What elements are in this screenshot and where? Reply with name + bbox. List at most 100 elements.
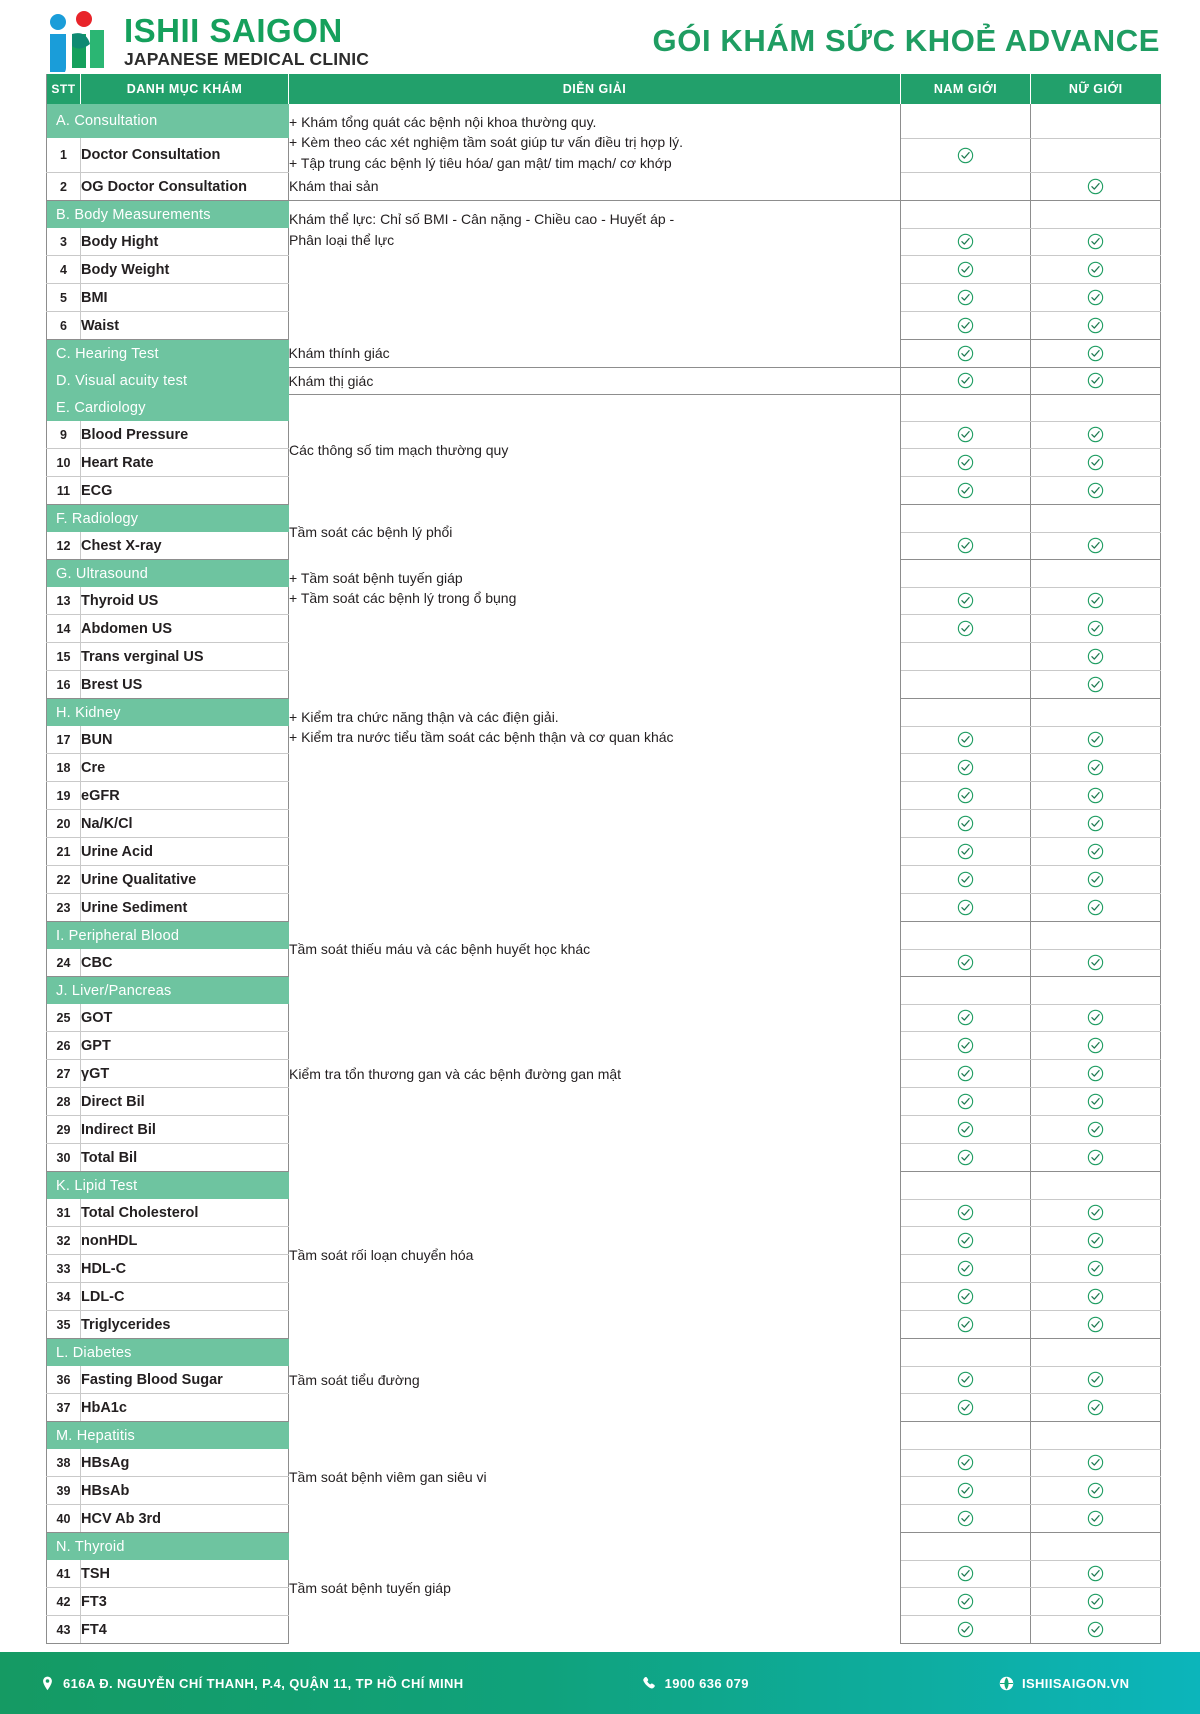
female-check — [1030, 1226, 1161, 1256]
row-name: Triglycerides — [80, 1310, 289, 1340]
item-description: Tầm soát tiểu đường — [288, 1338, 901, 1422]
row-name: Direct Bil — [80, 1087, 289, 1117]
female-check — [1030, 1143, 1161, 1173]
check-icon — [1087, 537, 1104, 554]
row-number: 9 — [46, 421, 81, 450]
footer-address-text: 616A Đ. NGUYỄN CHÍ THANH, P.4, QUẬN 11, … — [63, 1675, 464, 1691]
female-check — [1030, 670, 1161, 700]
check-icon — [957, 1316, 974, 1333]
female-check — [1030, 283, 1161, 313]
row-number: 26 — [46, 1031, 81, 1061]
female-check — [1030, 504, 1161, 533]
check-icon — [1087, 372, 1104, 389]
check-icon — [1087, 787, 1104, 804]
male-check — [900, 726, 1031, 755]
check-icon — [957, 482, 974, 499]
section-title: M. Hepatitis — [46, 1421, 289, 1450]
section-row: M. Hepatitis Tầm soát bệnh viêm gan siêu … — [46, 1421, 1161, 1533]
check-icon — [1087, 1009, 1104, 1026]
female-check — [1030, 1449, 1161, 1478]
male-check — [900, 421, 1031, 450]
row-number: 33 — [46, 1254, 81, 1284]
check-icon — [957, 1232, 974, 1249]
female-check — [1030, 1031, 1161, 1061]
female-check — [1030, 255, 1161, 285]
row-name: Body Weight — [80, 255, 289, 285]
row-number: 21 — [46, 837, 81, 867]
female-check — [1030, 1199, 1161, 1228]
female-check — [1030, 1115, 1161, 1145]
row-name: Heart Rate — [80, 448, 289, 478]
check-icon — [957, 345, 974, 362]
item-description: Các thông số tim mạch thường quy — [288, 394, 901, 505]
female-check — [1030, 809, 1161, 839]
check-icon — [1087, 1482, 1104, 1499]
male-check — [900, 559, 1031, 588]
section-row: B. Body Measurements Khám thể lực: Chỉ số… — [46, 200, 1161, 340]
row-name: HBsAb — [80, 1476, 289, 1506]
row-number: 17 — [46, 726, 81, 755]
row-name: Blood Pressure — [80, 421, 289, 450]
female-check — [1030, 559, 1161, 588]
female-check — [1030, 921, 1161, 950]
check-icon — [1087, 1454, 1104, 1471]
male-check — [900, 893, 1031, 923]
row-number: 1 — [46, 138, 81, 174]
male-check — [900, 1476, 1031, 1506]
column-header-description: DIỄN GIẢI — [288, 74, 901, 104]
check-icon — [1087, 1093, 1104, 1110]
row-number: 41 — [46, 1560, 81, 1589]
check-icon — [1087, 676, 1104, 693]
row-number: 25 — [46, 1004, 81, 1033]
footer-phone[interactable]: 1900 636 079 — [642, 1676, 749, 1691]
section-row: I. Peripheral Blood Tầm soát thiếu máu và… — [46, 921, 1161, 977]
female-check — [1030, 753, 1161, 783]
female-check — [1030, 448, 1161, 478]
female-check — [1030, 1087, 1161, 1117]
table-row: 2 OG Doctor Consultation Khám thai sản — [46, 172, 1161, 202]
item-description: Tầm soát các bệnh lý phổi — [288, 504, 901, 560]
row-number: 39 — [46, 1476, 81, 1506]
row-number: 36 — [46, 1366, 81, 1395]
male-check — [900, 921, 1031, 950]
female-check — [1030, 949, 1161, 978]
check-icon — [1087, 1121, 1104, 1138]
section-title: B. Body Measurements — [46, 200, 289, 229]
row-number: 22 — [46, 865, 81, 895]
female-check — [1030, 781, 1161, 811]
item-description: + Tầm soát bệnh tuyến giáp + Tầm soát các… — [288, 559, 901, 699]
check-icon — [957, 592, 974, 609]
male-check — [900, 1059, 1031, 1089]
check-icon — [1087, 1371, 1104, 1388]
female-check — [1030, 1282, 1161, 1312]
row-name: Trans verginal US — [80, 642, 289, 672]
check-icon — [957, 759, 974, 776]
row-name: Urine Acid — [80, 837, 289, 867]
section-row: N. Thyroid Tầm soát bệnh tuyến giáp — [46, 1532, 1161, 1644]
footer-website[interactable]: ISHIISAIGON.VN — [999, 1676, 1129, 1691]
phone-icon — [642, 1676, 657, 1691]
check-icon — [957, 454, 974, 471]
section-row: F. Radiology Tầm soát các bệnh lý phổi — [46, 504, 1161, 560]
male-check — [900, 228, 1031, 257]
check-icon — [1087, 592, 1104, 609]
check-icon — [1087, 1037, 1104, 1054]
location-pin-icon — [40, 1676, 55, 1691]
female-check — [1030, 1338, 1161, 1367]
female-check — [1030, 476, 1161, 506]
footer-phone-text: 1900 636 079 — [664, 1675, 749, 1691]
male-check — [900, 1171, 1031, 1200]
female-check — [1030, 865, 1161, 895]
row-name: Chest X-ray — [80, 532, 289, 561]
female-check — [1030, 200, 1161, 229]
row-number: 20 — [46, 809, 81, 839]
brand-tagline: JAPANESE MEDICAL CLINIC — [124, 48, 370, 69]
male-check — [900, 1282, 1031, 1312]
check-icon — [957, 1009, 974, 1026]
female-check — [1030, 837, 1161, 867]
male-check — [900, 781, 1031, 811]
item-description: Tầm soát bệnh viêm gan siêu vi — [288, 1421, 901, 1533]
section-title: C. Hearing Test — [46, 339, 289, 368]
check-icon — [1087, 1065, 1104, 1082]
check-icon — [957, 1482, 974, 1499]
